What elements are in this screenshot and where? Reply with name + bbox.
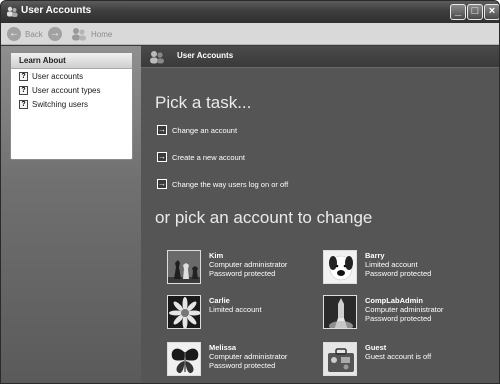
task-label: Change an account [172,125,238,135]
account-info: Kim Computer administrator Password prot… [209,250,287,284]
account-type: Limited account [209,305,262,314]
account-name: Kim [209,251,224,260]
learn-link-switching-users[interactable]: ? Switching users [19,97,132,111]
help-icon: ? [19,99,28,109]
account-carlie[interactable]: Carlie Limited account [167,295,262,329]
window-title: User Accounts [21,5,92,16]
account-type: Computer administrator [365,305,444,314]
account-kim[interactable]: Kim Computer administrator Password prot… [167,250,287,284]
account-status: Password protected [365,314,432,323]
account-status: Password protected [365,269,432,278]
account-name: Guest [365,343,387,352]
create-account-link[interactable]: → Create a new account [157,152,245,162]
learn-link-label: User account types [32,85,101,95]
account-info: Melissa Computer administrator Password … [209,342,287,376]
minimize-button[interactable]: _ [450,4,466,20]
change-logon-link[interactable]: → Change the way users log on or off [157,179,288,189]
suitcase-picture [323,342,357,376]
main-panel: User Accounts Pick a task... → Change an… [141,46,499,383]
forward-button[interactable]: → [48,26,62,42]
account-guest[interactable]: Guest Guest account is off [323,342,431,376]
home-label: Home [91,29,113,39]
account-type: Limited account [365,260,418,269]
account-info: CompLabAdmin Computer administrator Pass… [365,295,443,329]
users-icon [7,6,18,17]
account-barry[interactable]: Barry Limited account Password protected [323,250,431,284]
sidebar: Learn About ? User accounts ? User accou… [1,46,141,383]
change-account-link[interactable]: → Change an account [157,125,237,135]
close-button[interactable]: × [484,4,499,20]
arrow-right-icon: → [157,152,167,162]
home-users-icon [72,28,86,41]
account-melissa[interactable]: Melissa Computer administrator Password … [167,342,287,376]
main-header-title: User Accounts [177,51,234,60]
learn-about-panel: Learn About ? User accounts ? User accou… [10,52,133,160]
account-type: Computer administrator [209,260,288,269]
account-info: Barry Limited account Password protected [365,250,431,284]
arrow-right-icon: → [157,125,167,135]
account-status: Password protected [209,361,276,370]
account-type: Guest account is off [365,352,432,361]
task-label: Change the way users log on or off [172,179,289,189]
arrow-right-icon: → [157,179,167,189]
account-name: CompLabAdmin [365,296,423,305]
chess-picture [167,250,201,284]
rocket-picture [323,295,357,329]
learn-link-account-types[interactable]: ? User account types [19,83,132,97]
learn-link-label: User accounts [32,71,84,81]
back-arrow-icon: ← [7,27,21,41]
title-bar[interactable]: User Accounts _ □ × [1,1,499,23]
help-icon: ? [19,85,28,95]
account-info: Carlie Limited account [209,295,262,329]
account-complabadmin[interactable]: CompLabAdmin Computer administrator Pass… [323,295,443,329]
home-button[interactable]: Home [71,26,112,42]
task-label: Create a new account [172,152,245,162]
pick-task-heading: Pick a task... [155,93,252,112]
butterfly-picture [167,342,201,376]
pick-account-heading: or pick an account to change [155,208,373,227]
account-status: Password protected [209,269,276,278]
user-accounts-icon [150,51,164,64]
account-name: Melissa [209,343,237,352]
learn-about-heading: Learn About [11,53,132,69]
learn-link-user-accounts[interactable]: ? User accounts [19,69,132,83]
toolbar: ← Back → Home [1,23,499,45]
help-icon: ? [19,71,28,81]
account-name: Barry [365,251,385,260]
account-info: Guest Guest account is off [365,342,431,376]
flower-picture [167,295,201,329]
learn-link-label: Switching users [32,99,89,109]
forward-arrow-icon: → [48,27,62,41]
dog-picture [323,250,357,284]
account-type: Computer administrator [209,352,288,361]
back-label: Back [25,29,43,39]
account-name: Carlie [209,296,230,305]
back-button[interactable]: ← Back [7,26,43,42]
maximize-button[interactable]: □ [467,4,483,20]
user-accounts-window: User Accounts _ □ × ← Back → Home Learn … [0,0,500,384]
main-header: User Accounts [141,46,499,68]
